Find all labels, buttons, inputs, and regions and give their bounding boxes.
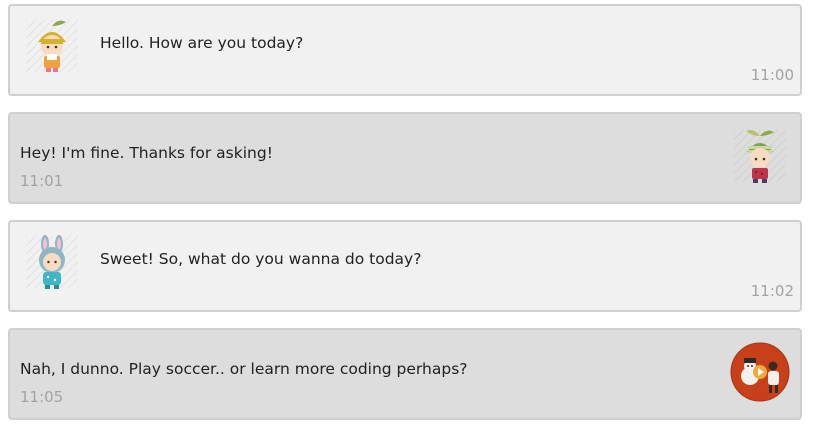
- bunny-hood-kid-icon: [26, 235, 78, 289]
- message-text: Hello. How are you today?: [100, 34, 304, 52]
- green-striped-sprout-hat-kid-icon: [734, 130, 786, 183]
- chat-message[interactable]: Sweet! So, what do you wanna do today? 1…: [8, 220, 802, 312]
- message-timestamp: 11:00: [750, 66, 794, 84]
- message-timestamp: 11:02: [750, 282, 794, 300]
- chat-thread: Hello. How are you today? 11:00 Hey! I'm…: [0, 0, 821, 439]
- message-timestamp: 11:01: [20, 172, 64, 190]
- message-text: Hey! I'm fine. Thanks for asking!: [20, 144, 273, 162]
- chat-message[interactable]: Hello. How are you today? 11:00: [8, 4, 802, 96]
- message-text: Sweet! So, what do you wanna do today?: [100, 250, 422, 268]
- chat-message[interactable]: Nah, I dunno. Play soccer.. or learn mor…: [8, 328, 802, 420]
- yellow-sprout-hat-kid-icon: [26, 20, 78, 72]
- message-text: Nah, I dunno. Play soccer.. or learn mor…: [20, 360, 468, 378]
- circular-video-thumbnail-icon: [730, 342, 790, 402]
- chat-message[interactable]: Hey! I'm fine. Thanks for asking! 11:01: [8, 112, 802, 204]
- message-timestamp: 11:05: [20, 388, 64, 406]
